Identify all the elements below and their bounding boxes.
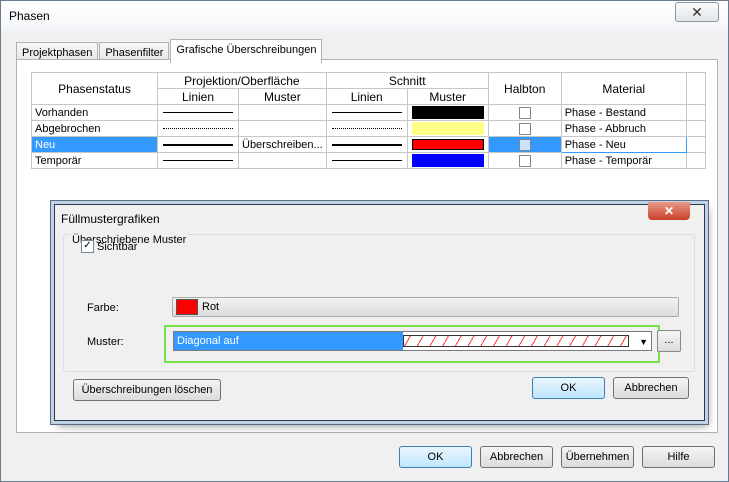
color-swatch: [411, 106, 484, 119]
filler-cell: [685, 136, 706, 153]
halbton-checkbox[interactable]: [518, 122, 531, 135]
line-sample: [331, 143, 402, 146]
window-title: Phasen: [9, 9, 50, 23]
sichtbar-label: Sichtbar: [97, 240, 138, 253]
row-status: Vorhanden: [31, 104, 158, 121]
tab-strip: Projektphasen Phasenfilter Grafische Übe…: [16, 39, 323, 63]
color-swatch: [411, 139, 484, 150]
dropdown-arrow-icon[interactable]: ▼: [639, 337, 648, 347]
line-sample: [163, 112, 233, 113]
schnitt-muster-cell[interactable]: [406, 136, 489, 153]
table-row[interactable]: Abgebrochen Phase - Abbruch: [31, 120, 706, 137]
color-swatch: [411, 154, 484, 167]
proj-muster-cell[interactable]: [238, 152, 327, 169]
schnitt-muster-cell[interactable]: [406, 104, 489, 121]
title-bar: Phasen ✕: [1, 1, 728, 31]
uebernehmen-button[interactable]: Übernehmen: [561, 446, 634, 468]
dialog-cancel-button[interactable]: Abbrechen: [613, 377, 689, 399]
line-sample: [331, 160, 402, 161]
phases-table: Phasenstatus Projektion/Oberfläche Schni…: [31, 72, 706, 169]
header-halbton: Halbton: [487, 72, 562, 105]
row-status: Abgebrochen: [31, 120, 158, 137]
header-schnitt: Schnitt: [325, 72, 489, 89]
ok-button[interactable]: OK: [399, 446, 472, 468]
schnitt-line-cell[interactable]: [325, 136, 408, 153]
halbton-cell[interactable]: [487, 136, 562, 153]
farbe-button[interactable]: Rot: [172, 297, 679, 317]
halbton-cell[interactable]: [487, 120, 562, 137]
header-schnitt-muster: Muster: [406, 88, 489, 105]
line-sample: [331, 112, 402, 113]
line-sample: [163, 160, 233, 161]
clear-overrides-button[interactable]: Überschreibungen löschen: [73, 379, 221, 401]
halbton-checkbox[interactable]: [518, 154, 531, 167]
filler-cell: [685, 120, 706, 137]
proj-muster-cell[interactable]: [238, 104, 327, 121]
color-swatch: [411, 122, 484, 135]
hilfe-button[interactable]: Hilfe: [642, 446, 715, 468]
halbton-cell[interactable]: [487, 104, 562, 121]
halbton-checkbox[interactable]: [518, 106, 531, 119]
sichtbar-checkbox[interactable]: ✓ Sichtbar: [81, 240, 137, 253]
header-phasenstatus: Phasenstatus: [31, 72, 158, 105]
schnitt-line-cell[interactable]: [325, 120, 408, 137]
muster-select[interactable]: Diagonal auf ▼: [173, 331, 652, 351]
schnitt-line-cell[interactable]: [325, 152, 408, 169]
header-filler: [685, 72, 706, 105]
filler-cell: [685, 104, 706, 121]
line-sample: [163, 143, 233, 146]
proj-line-cell[interactable]: [157, 120, 239, 137]
proj-line-cell[interactable]: [157, 104, 239, 121]
header-proj-linien: Linien: [157, 88, 239, 105]
proj-muster-cell[interactable]: Überschreiben...: [238, 136, 327, 153]
line-sample: [163, 128, 233, 129]
header-projektion: Projektion/Oberfläche: [157, 72, 327, 89]
material-cell[interactable]: Phase - Temporär: [560, 152, 687, 169]
material-cell[interactable]: Phase - Bestand: [560, 104, 687, 121]
color-swatch: [176, 299, 198, 315]
farbe-value: Rot: [202, 301, 220, 313]
close-icon[interactable]: ✕: [675, 2, 719, 22]
close-icon[interactable]: ✕: [648, 202, 690, 220]
table-row[interactable]: Vorhanden Phase - Bestand: [31, 104, 706, 121]
material-cell[interactable]: Phase - Neu: [560, 136, 687, 153]
muster-value: Diagonal auf: [174, 332, 403, 350]
proj-line-cell[interactable]: [157, 152, 239, 169]
schnitt-line-cell[interactable]: [325, 104, 408, 121]
filler-cell: [685, 152, 706, 169]
schnitt-muster-cell[interactable]: [406, 152, 489, 169]
diagonal-hatch-preview: [403, 335, 629, 347]
tab-grafische-ueberschreibungen[interactable]: Grafische Überschreibungen: [170, 39, 323, 63]
proj-line-cell[interactable]: [157, 136, 239, 153]
schnitt-muster-cell[interactable]: [406, 120, 489, 137]
checkbox-check-icon[interactable]: ✓: [81, 240, 94, 253]
dialog-ok-button[interactable]: OK: [532, 377, 605, 399]
proj-muster-cell[interactable]: [238, 120, 327, 137]
row-status: Neu: [31, 136, 158, 153]
abbrechen-button[interactable]: Abbrechen: [480, 446, 553, 468]
table-row-selected[interactable]: Neu Überschreiben... Phase - Neu: [31, 136, 706, 153]
header-material: Material: [560, 72, 687, 105]
header-proj-muster: Muster: [238, 88, 327, 105]
material-cell[interactable]: Phase - Abbruch: [560, 120, 687, 137]
dialog-title: Füllmustergrafiken: [61, 212, 160, 226]
halbton-checkbox[interactable]: [518, 138, 531, 151]
farbe-label: Farbe:: [87, 302, 119, 314]
muster-label: Muster:: [87, 336, 124, 348]
browse-button[interactable]: ...: [657, 330, 681, 352]
table-row[interactable]: Temporär Phase - Temporär: [31, 152, 706, 169]
fuellmuster-dialog: Füllmustergrafiken ✕ Überschriebene Must…: [54, 202, 705, 421]
line-sample: [331, 128, 402, 129]
halbton-cell[interactable]: [487, 152, 562, 169]
row-status: Temporär: [31, 152, 158, 169]
header-schnitt-linien: Linien: [325, 88, 408, 105]
